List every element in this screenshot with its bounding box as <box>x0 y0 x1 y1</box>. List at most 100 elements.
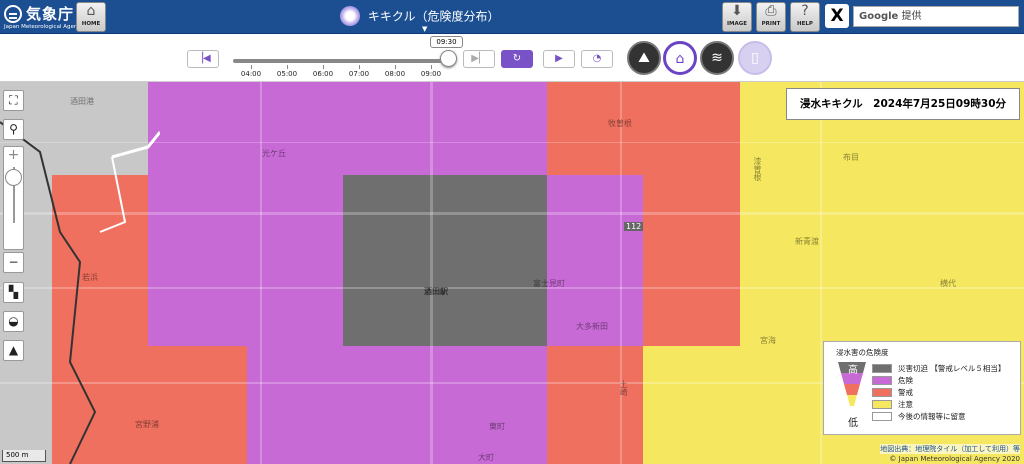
home-icon: ⌂ <box>86 3 96 19</box>
inundation-kikikuru-button[interactable]: ⌂ <box>663 41 697 75</box>
road <box>820 82 822 464</box>
timeline-tick <box>323 65 324 69</box>
time-slider-track[interactable] <box>233 59 450 63</box>
copyright: © Japan Meteorological Agency 2020 <box>889 455 1020 463</box>
timeline-tick <box>359 65 360 69</box>
current-time-text: 09:30 <box>436 38 457 46</box>
timeline-tick <box>431 65 432 69</box>
legend-swatch <box>872 376 892 385</box>
zoom-out-button[interactable]: − <box>3 252 24 273</box>
printer-icon: ⎙ <box>765 3 777 19</box>
road <box>620 82 622 464</box>
timeline-tick-label: 09:00 <box>420 70 442 78</box>
timeline-tick <box>395 65 396 69</box>
flooded-house-icon: ⌂ <box>675 51 685 67</box>
jma-logo[interactable]: 気象庁 Japan Meteorological Agency <box>4 3 84 31</box>
chevron-down-icon[interactable]: ▼ <box>422 25 427 33</box>
zoom-slider-handle[interactable] <box>5 169 22 186</box>
last-frame-button[interactable]: ▶▏ <box>463 50 495 68</box>
place-label: 酒田駅 <box>424 287 448 296</box>
legend-panel: 浸水害の危険度 高 低 災害切迫 【警戒レベル５相当】 危険警戒注意今後の情報等に… <box>823 341 1021 435</box>
place-label: 横代 <box>940 279 956 288</box>
skip-forward-icon: ▶▏ <box>471 53 487 64</box>
legend-swatch <box>872 412 892 421</box>
map-credit[interactable]: 地図出典：地理院タイル（加工して利用）等 <box>880 444 1020 454</box>
legend-swatch <box>872 400 892 409</box>
time-slider-handle[interactable] <box>440 50 457 67</box>
map-book-icon: ▯ <box>751 50 759 66</box>
zoom-in-icon[interactable]: + <box>4 147 23 163</box>
refresh-latest-button[interactable]: ↻ <box>501 50 533 68</box>
download-icon: ⬇ <box>731 3 743 19</box>
timeline-tick-label: 05:00 <box>276 70 298 78</box>
legend-item-label: 災害切迫 【警戒レベル５相当】 <box>898 364 1006 373</box>
place-label: 布目 <box>843 153 859 162</box>
map-icon: ▚ <box>8 285 19 299</box>
place-label: 富士見町 <box>533 279 565 288</box>
location-button[interactable]: ⚲ <box>3 119 24 140</box>
map-credit-text[interactable]: 地図出典：地理院タイル（加工して利用）等 <box>880 445 1020 453</box>
coastline <box>0 121 160 464</box>
map-info-text: 浸水キキクル 2024年7月25日09時30分 <box>799 98 1007 110</box>
route-sign: 112 <box>624 222 644 231</box>
timeline-tick <box>251 65 252 69</box>
legend-low: 低 <box>848 418 858 429</box>
google-brand: Google <box>859 11 899 22</box>
zone-warning-4 <box>547 432 643 464</box>
water-drop-icon: ◒ <box>8 314 19 328</box>
zone-warning-3 <box>148 346 247 464</box>
play-icon: ▶ <box>555 53 563 64</box>
home-button-label: HOME <box>81 21 101 27</box>
zoom-control: + <box>3 146 24 250</box>
timeline-tick-label: 04:00 <box>240 70 262 78</box>
speed-button[interactable]: ◔ <box>581 50 613 68</box>
help-button-label: HELP <box>797 21 813 27</box>
map-info-box: 浸水キキクル 2024年7月25日09時30分 <box>786 88 1020 120</box>
search-input[interactable]: Google 提供 <box>853 6 1019 27</box>
jma-logo-icon <box>4 5 22 23</box>
map-pin-icon: ⚲ <box>9 122 18 136</box>
legend-title: 浸水害の危険度 <box>836 348 889 357</box>
fullscreen-button[interactable]: ⛶ <box>3 90 24 111</box>
timeline-tick-label: 06:00 <box>312 70 334 78</box>
flood-kikikuru-button[interactable]: ≋ <box>700 41 734 75</box>
place-label: 酒田港 <box>70 97 94 106</box>
map-layer-button[interactable]: ▯ <box>738 41 772 75</box>
legend-item-label: 警戒 <box>898 388 913 397</box>
place-label: 宮海 <box>760 336 776 345</box>
kikikuru-icon <box>340 6 360 26</box>
legend-item-label: 危険 <box>898 376 913 385</box>
page-title[interactable]: キキクル（危険度分布） ▼ <box>340 6 500 33</box>
water-layer-button[interactable]: ◒ <box>3 311 24 332</box>
zone-caution-2 <box>643 346 740 464</box>
mountain-icon: ▲ <box>8 343 19 357</box>
legend-item-label: 注意 <box>898 400 913 409</box>
place-label: 新青渡 <box>795 237 819 246</box>
road <box>260 82 262 464</box>
logo-english-text: Japan Meteorological Agency <box>4 24 84 30</box>
minus-icon: − <box>8 255 19 269</box>
terrain-button[interactable]: ▲ <box>3 340 24 361</box>
play-button[interactable]: ▶ <box>543 50 575 68</box>
landslide-kikikuru-button[interactable]: ⛰ <box>627 41 661 75</box>
x-share-button[interactable]: X <box>825 4 849 28</box>
print-button[interactable]: ⎙ PRINT <box>756 2 786 32</box>
header-bar: 気象庁 Japan Meteorological Agency ⌂ HOME キ… <box>0 0 1024 34</box>
legend-high: 高 <box>848 365 858 376</box>
scale-bar: 500 m <box>2 450 46 462</box>
speedometer-icon: ◔ <box>592 53 602 64</box>
page-title-text: キキクル（危険度分布） <box>367 9 500 24</box>
timeline-tick-label: 08:00 <box>384 70 406 78</box>
road <box>430 82 433 464</box>
timeline-tick-label: 07:00 <box>348 70 370 78</box>
first-frame-button[interactable]: ▕◀ <box>187 50 219 68</box>
place-label: 宮野浦 <box>135 420 159 429</box>
place-label: 土崎 <box>619 380 628 396</box>
place-label: 光ケ丘 <box>262 149 286 158</box>
map-type-button[interactable]: ▚ <box>3 282 24 303</box>
home-button[interactable]: ⌂ HOME <box>76 2 106 32</box>
place-label: 漆曽根 <box>753 157 762 181</box>
legend-item-label: 今後の情報等に留意 <box>898 412 966 421</box>
image-button[interactable]: ⬇ IMAGE <box>722 2 752 32</box>
help-button[interactable]: ? HELP <box>790 2 820 32</box>
